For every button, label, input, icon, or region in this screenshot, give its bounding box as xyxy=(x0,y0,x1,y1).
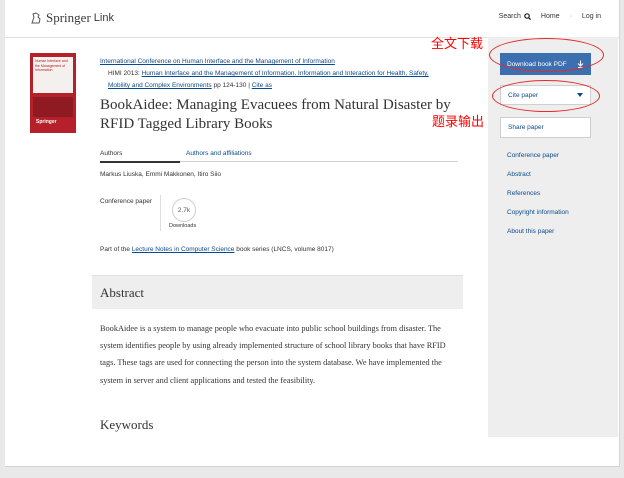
conference-link[interactable]: International Conference on Human Interf… xyxy=(100,58,335,65)
cite-as-link[interactable]: Cite as xyxy=(252,82,272,89)
home-link[interactable]: Home xyxy=(541,13,560,20)
search-icon xyxy=(524,13,531,20)
proceedings-prefix: HIMI 2013: xyxy=(108,70,140,77)
conference-info: International Conference on Human Interf… xyxy=(100,56,460,92)
sidebar-link-about[interactable]: About this paper xyxy=(507,228,569,247)
series-link[interactable]: Lecture Notes in Computer Science xyxy=(132,246,235,253)
separator: | xyxy=(248,82,250,89)
nav-separator: · xyxy=(569,13,572,20)
proceedings-link[interactable]: Human Interface and the Management of In… xyxy=(142,70,429,77)
series-info: Part of the Lecture Notes in Computer Sc… xyxy=(100,246,334,253)
series-prefix: Part of the xyxy=(100,246,130,253)
brand-springer: Springer xyxy=(46,10,91,25)
series-suffix: book series (LNCS, volume 8017) xyxy=(236,246,334,253)
annotation-ellipse-cite xyxy=(492,80,600,112)
annotation-cite: 题录输出 xyxy=(432,115,485,130)
author-list: Markus Liuska, Emmi Makkonen, Itiro Siio xyxy=(100,171,222,178)
site-header: Springer Link Search Home · Log in xyxy=(5,0,619,38)
author-tabs: Authors Authors and affiliations xyxy=(100,149,458,163)
share-paper-button[interactable]: Share paper xyxy=(500,117,591,138)
tab-authors-affiliations[interactable]: Authors and affiliations xyxy=(186,150,252,157)
book-cover-image[interactable]: Human Interface and the Management of In… xyxy=(30,53,76,133)
brand-link: Link xyxy=(93,12,114,24)
keywords-heading: Keywords xyxy=(100,417,154,432)
header-nav: Search Home · Log in xyxy=(499,13,601,20)
login-link[interactable]: Log in xyxy=(582,13,601,20)
springerlink-logo[interactable]: Springer Link xyxy=(29,10,114,26)
sidebar-nav: Conference paper Abstract References Cop… xyxy=(507,152,569,247)
paper-title: BookAidee: Managing Evacuees from Natura… xyxy=(100,97,451,132)
page-range: pp 124-130 xyxy=(213,82,247,89)
abstract-text: BookAidee is a system to manage people w… xyxy=(100,324,446,385)
tab-authors[interactable]: Authors xyxy=(100,150,180,163)
search-link[interactable]: Search xyxy=(499,13,531,20)
downloads-count: 2.7k xyxy=(172,198,196,222)
abstract-header[interactable]: Abstract xyxy=(92,275,463,309)
book-cover-band xyxy=(33,97,73,117)
abstract-heading: Abstract xyxy=(100,285,145,300)
proceedings-link-cont[interactable]: Mobility and Complex Environments xyxy=(108,82,212,89)
book-cover-publisher: Springer xyxy=(36,119,57,125)
share-paper-label: Share paper xyxy=(508,124,544,131)
metrics-divider xyxy=(160,195,161,231)
annotation-ellipse-download xyxy=(489,38,604,72)
sidebar-link-copyright[interactable]: Copyright information xyxy=(507,209,569,228)
sidebar-link-abstract[interactable]: Abstract xyxy=(507,171,569,190)
sidebar-link-references[interactable]: References xyxy=(507,190,569,209)
content-type: Conference paper xyxy=(100,198,153,205)
sidebar-link-conference-paper[interactable]: Conference paper xyxy=(507,152,569,171)
search-label: Search xyxy=(498,13,521,20)
downloads-label: Downloads xyxy=(169,223,197,229)
book-cover-title: Human Interface and the Management of In… xyxy=(33,57,73,93)
springer-horse-icon xyxy=(31,12,41,24)
annotation-download: 全文下载 xyxy=(431,37,484,52)
